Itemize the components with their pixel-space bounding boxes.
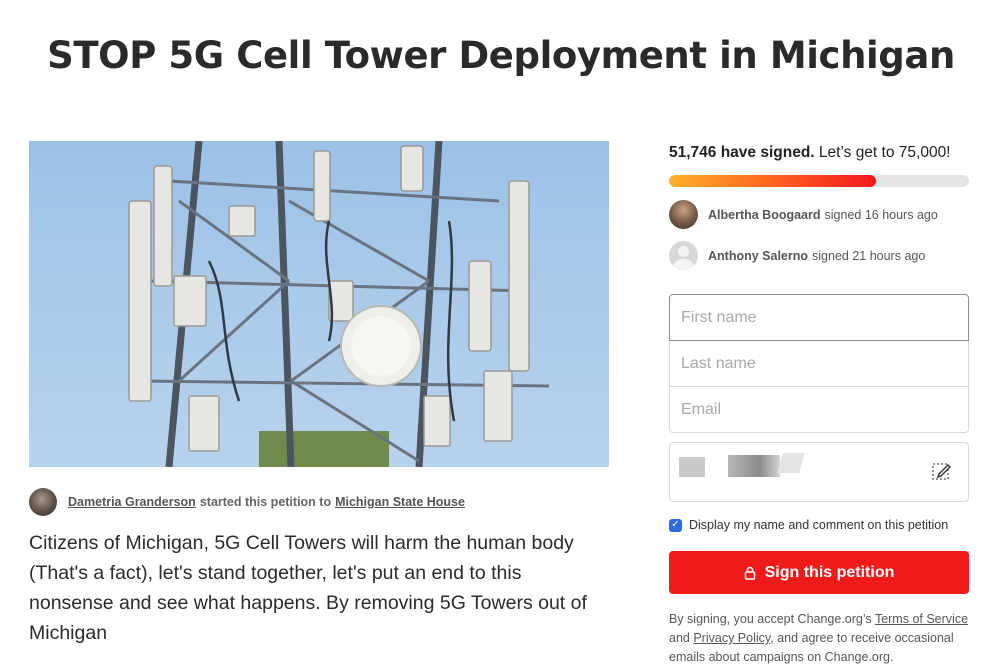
starter-name-link[interactable]: Dametria Granderson [68, 495, 196, 509]
cell-tower-photo [128, 141, 550, 467]
sign-form [669, 294, 969, 433]
sign-petition-button[interactable]: Sign this petition [669, 551, 969, 594]
privacy-link[interactable]: Privacy Policy [693, 631, 770, 645]
signer-name: Albertha Boogaard [708, 207, 821, 222]
checkbox-checked-icon[interactable]: ✓ [669, 518, 682, 532]
signer-avatar [669, 200, 698, 229]
legal-prefix: By signing, you accept Change.org’s [669, 612, 872, 626]
signed-count-text: 51,746 have signed. [669, 144, 815, 161]
comment-field[interactable] [669, 442, 969, 502]
legal-and: and [669, 631, 690, 645]
terms-link[interactable]: Terms of Service [875, 612, 968, 626]
petition-description: Citizens of Michigan, 5G Cell Towers wil… [29, 532, 587, 644]
last-name-input[interactable] [669, 341, 969, 387]
edit-pen-icon[interactable] [932, 461, 952, 481]
display-name-checkbox[interactable]: ✓ Display my name and comment on this pe… [669, 518, 948, 532]
first-name-input[interactable] [669, 294, 969, 341]
starter-avatar [29, 488, 57, 516]
email-input[interactable] [669, 387, 969, 433]
goal-text: Let’s get to 75,000! [818, 144, 951, 161]
petition-image [29, 141, 609, 467]
progress-fill [669, 175, 876, 187]
petition-starter: Dametria Granderson started this petitio… [29, 488, 465, 516]
signature-count: 51,746 have signed. Let’s get to 75,000! [669, 144, 951, 162]
signer-time: signed 16 hours ago [824, 207, 938, 222]
petition-target-link[interactable]: Michigan State House [335, 495, 465, 509]
page-title: STOP 5G Cell Tower Deployment in Michiga… [47, 34, 955, 77]
lock-icon [744, 566, 755, 580]
display-name-label: Display my name and comment on this peti… [689, 518, 949, 532]
default-avatar-icon [669, 241, 698, 270]
signature-progress-bar [669, 175, 969, 187]
signer-time: signed 21 hours ago [812, 248, 926, 263]
redacted-content [679, 457, 705, 477]
recent-signer: Albertha Boogaard signed 16 hours ago [669, 200, 938, 229]
signer-name: Anthony Salerno [708, 248, 809, 263]
redacted-content [728, 455, 780, 477]
redacted-content [777, 453, 805, 473]
recent-signer: Anthony Salerno signed 21 hours ago [669, 241, 925, 270]
legal-disclaimer: By signing, you accept Change.org’s Term… [669, 610, 969, 667]
starter-action-text: started this petition to [199, 495, 332, 509]
sign-button-label: Sign this petition [764, 563, 895, 581]
